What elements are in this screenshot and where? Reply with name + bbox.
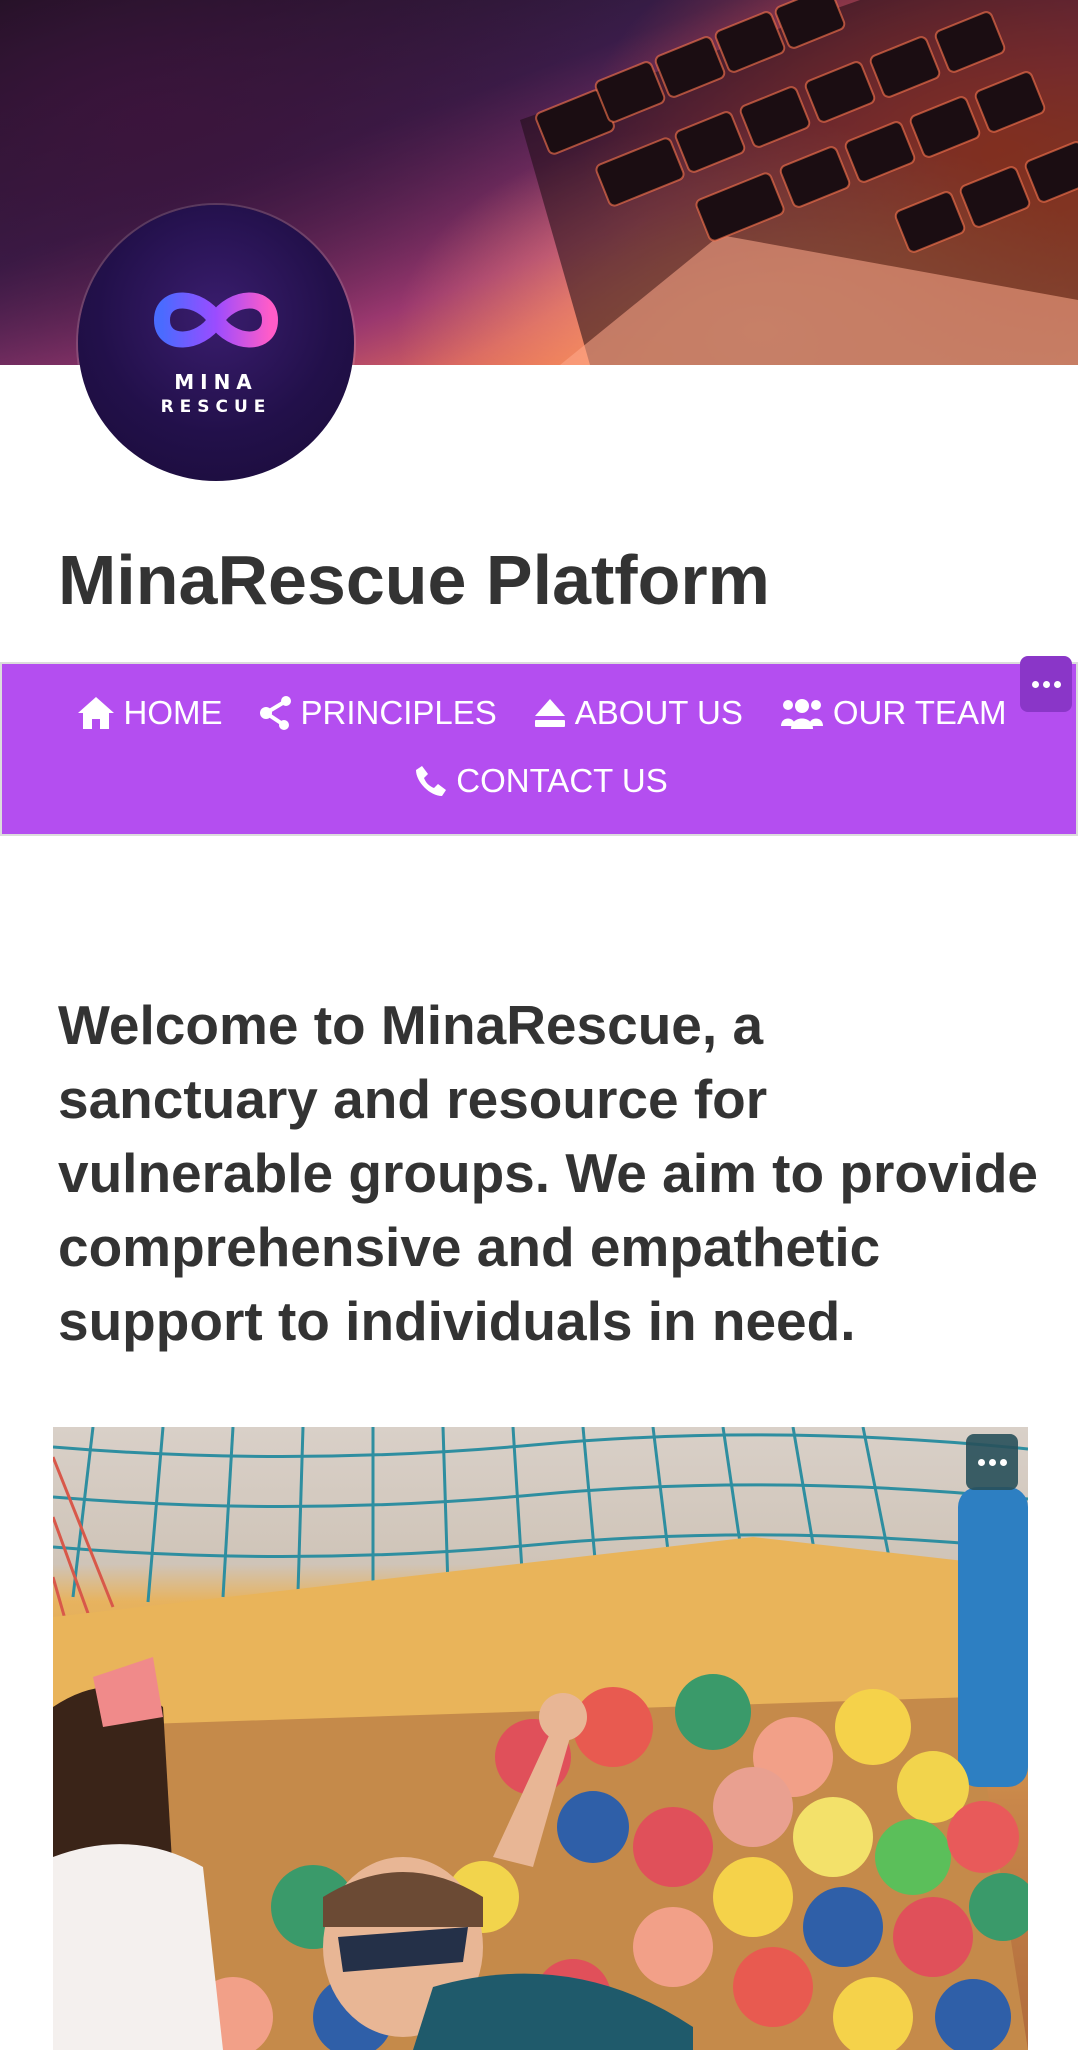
site-logo[interactable]: MINA RESCUE	[78, 205, 354, 481]
nav-item-label: OUR TEAM	[832, 694, 1007, 731]
logo-text-rescue: RESCUE	[160, 397, 272, 417]
image-more-options-button[interactable]	[966, 1434, 1018, 1490]
ellipsis-icon	[977, 1458, 985, 1466]
nav-item-about-us[interactable]: ABOUT US	[533, 694, 743, 732]
nav-item-label: CONTACT US	[456, 762, 668, 799]
logo-text-mina: MINA	[174, 370, 258, 394]
nav-item-label: HOME	[123, 694, 223, 731]
featured-photo-ball-pit	[53, 1427, 1028, 2050]
eject-icon	[534, 699, 565, 727]
nav-item-label: PRINCIPLES	[300, 694, 497, 731]
site-title[interactable]: MinaRescue Platform	[58, 540, 770, 620]
ellipsis-icon	[1042, 680, 1050, 688]
infinity-logo-icon	[153, 292, 279, 348]
main-navigation: HOME PRINCIPLES ABOUT US OUR TEAM CONTAC…	[0, 662, 1078, 836]
intro-heading: Welcome to MinaRescue, a sanctuary and r…	[58, 994, 1039, 1352]
nav-item-principles[interactable]: PRINCIPLES	[259, 694, 497, 732]
nav-item-contact-us[interactable]: CONTACT US	[414, 762, 668, 800]
nav-item-label: ABOUT US	[574, 694, 743, 731]
ellipsis-icon	[999, 1458, 1007, 1466]
home-icon	[77, 697, 114, 729]
share-nodes-icon	[259, 696, 291, 730]
users-icon	[780, 699, 823, 729]
ellipsis-icon	[1031, 680, 1039, 688]
phone-icon	[416, 766, 447, 796]
ellipsis-icon	[988, 1458, 996, 1466]
nav-more-options-button[interactable]	[1020, 656, 1072, 712]
nav-item-our-team[interactable]: OUR TEAM	[779, 694, 1007, 732]
nav-item-home[interactable]: HOME	[76, 694, 223, 732]
ellipsis-icon	[1053, 680, 1061, 688]
